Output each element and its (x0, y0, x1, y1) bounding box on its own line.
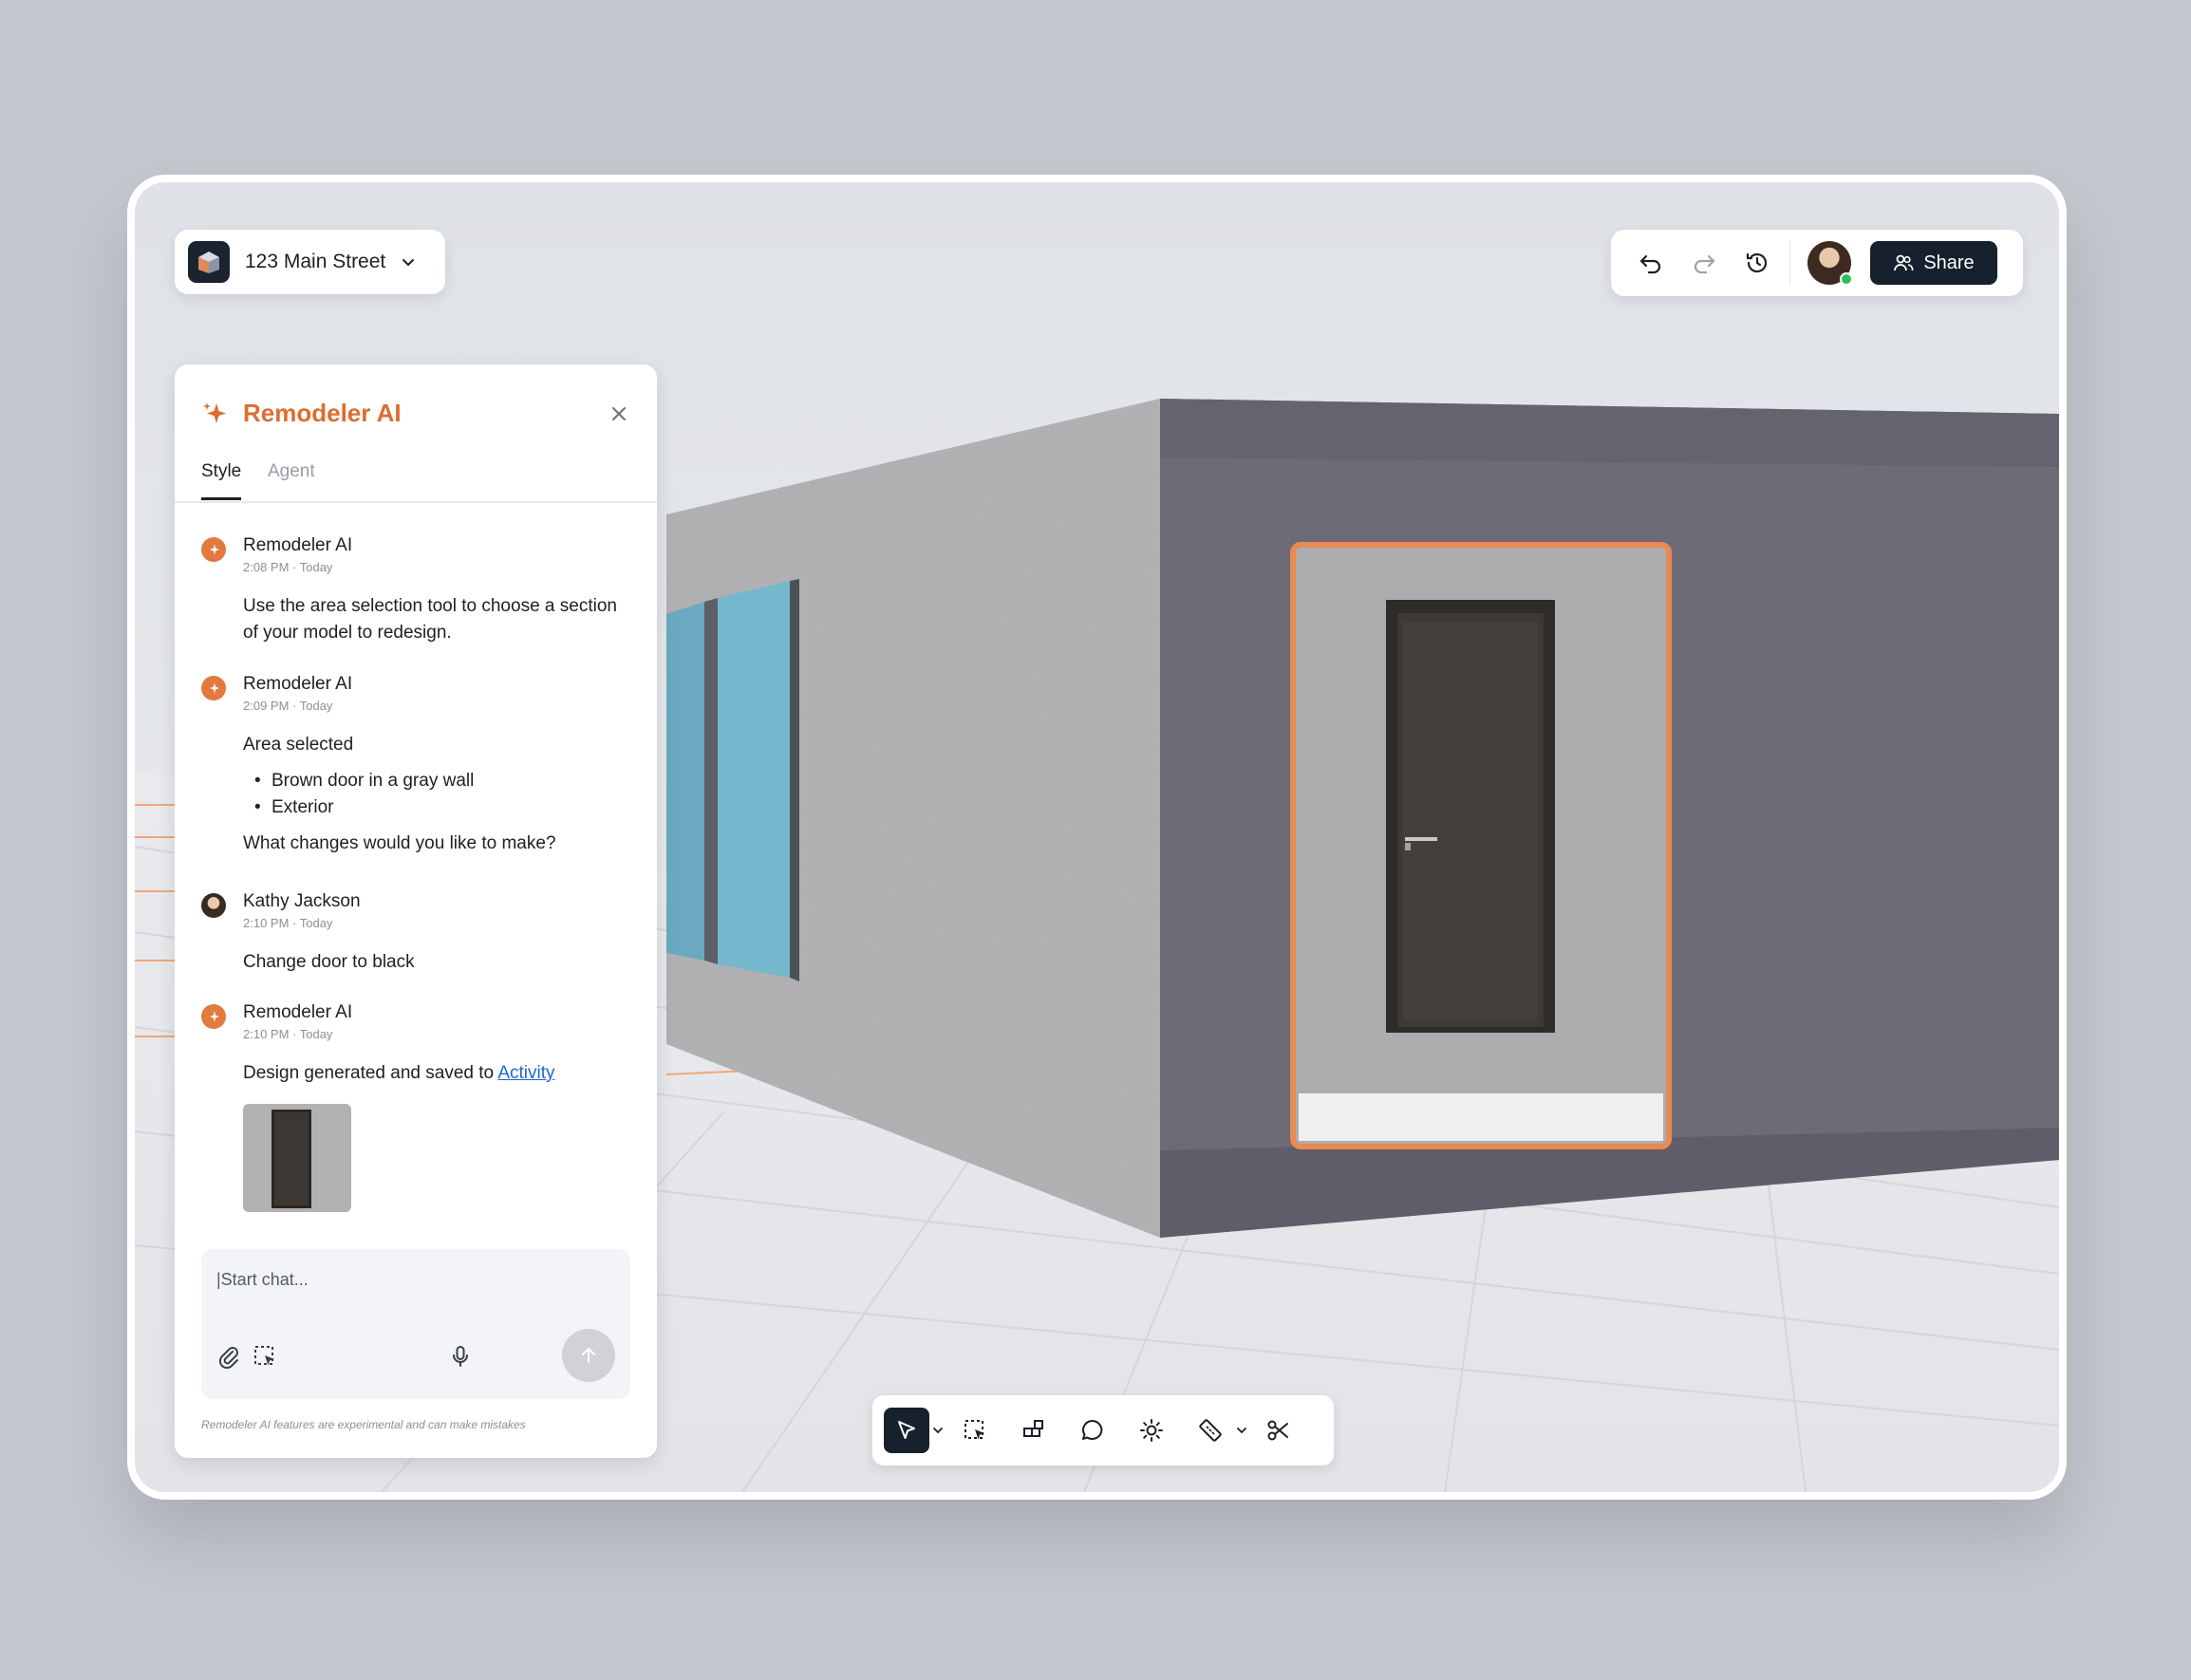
selected-area (1290, 542, 1672, 1149)
redo-icon[interactable] (1685, 244, 1723, 282)
undo-icon[interactable] (1632, 244, 1670, 282)
send-button[interactable] (562, 1329, 615, 1382)
user-avatar[interactable] (1807, 241, 1853, 286)
chat-message: Remodeler AI 2:10 PM · Today Design gene… (201, 1000, 619, 1212)
chat-message: Remodeler AI 2:09 PM · Today Area select… (201, 672, 619, 857)
cut-tool-button[interactable] (1256, 1408, 1301, 1453)
sparkle-icon (203, 401, 226, 423)
message-author: Kathy Jackson (243, 891, 361, 911)
message-time: 2:10 PM · Today (243, 1027, 333, 1041)
microphone-icon[interactable] (444, 1340, 477, 1372)
message-text: Use the area selection tool to choose a … (243, 596, 617, 643)
area-select-icon (964, 1420, 984, 1440)
components-icon (1023, 1420, 1043, 1437)
tab-agent[interactable]: Agent (268, 461, 315, 497)
app-logo-icon (188, 241, 230, 283)
lighting-icon (1140, 1419, 1163, 1442)
area-select-tool-button[interactable] (952, 1408, 998, 1453)
share-label: Share (1923, 252, 1975, 273)
history-icon[interactable] (1738, 244, 1776, 282)
area-select-icon[interactable] (249, 1340, 281, 1372)
message-author: Remodeler AI (243, 674, 353, 694)
chevron-down-icon[interactable] (931, 1424, 945, 1437)
pointer-icon (898, 1421, 915, 1439)
ai-avatar-icon (201, 676, 226, 700)
ai-chat-panel: Remodeler AI Style Agent Remodeler AI 2:… (175, 364, 657, 1458)
message-followup: What changes would you like to make? (243, 833, 556, 853)
ai-avatar-icon (201, 1004, 226, 1029)
components-tool-button[interactable] (1011, 1408, 1057, 1453)
message-content: Area selected Brown door in a gray wall … (243, 732, 619, 857)
toolbar-divider (1789, 241, 1790, 285)
message-time: 2:09 PM · Today (243, 699, 333, 713)
chat-composer (201, 1249, 630, 1399)
ai-avatar-icon (201, 537, 226, 562)
message-author: Remodeler AI (243, 1002, 353, 1022)
message-content: Design generated and saved to Activity (243, 1060, 619, 1087)
message-text: Area selected (243, 735, 354, 755)
list-item: Brown door in a gray wall (254, 768, 619, 794)
chat-message: Kathy Jackson 2:10 PM · Today Change doo… (201, 889, 619, 976)
chat-message: Remodeler AI 2:08 PM · Today Use the are… (201, 533, 619, 646)
panel-header: Remodeler AI (201, 399, 402, 428)
selection-details-list: Brown door in a gray wall Exterior (254, 768, 619, 821)
3d-viewport[interactable]: 123 Main Street Share Remodeler AI Style… (135, 182, 2059, 1492)
arrow-up-icon (582, 1348, 595, 1363)
activity-link[interactable]: Activity (497, 1063, 554, 1083)
measure-icon (1199, 1419, 1222, 1442)
users-icon (1894, 254, 1914, 271)
panel-tabs: Style Agent (175, 456, 657, 503)
user-avatar-icon (201, 893, 226, 918)
disclaimer-text: Remodeler AI features are experimental a… (201, 1418, 526, 1431)
message-time: 2:10 PM · Today (243, 916, 333, 930)
list-item: Exterior (254, 794, 619, 821)
app-window: 123 Main Street Share Remodeler AI Style… (127, 175, 2067, 1500)
project-selector[interactable]: 123 Main Street (175, 230, 445, 294)
chevron-down-icon (403, 259, 415, 267)
project-name: 123 Main Street (245, 251, 386, 272)
message-text: Design generated and saved to (243, 1063, 498, 1083)
close-icon[interactable] (606, 401, 632, 427)
bottom-toolbar (872, 1395, 1334, 1465)
paperclip-icon[interactable] (213, 1340, 245, 1372)
message-text: Change door to black (243, 952, 415, 972)
chevron-down-icon[interactable] (1235, 1424, 1248, 1437)
chat-input[interactable] (216, 1270, 596, 1290)
tab-style[interactable]: Style (201, 461, 242, 500)
generated-design-thumbnail[interactable] (243, 1104, 351, 1212)
top-toolbar: Share (1611, 230, 2023, 296)
share-button[interactable]: Share (1870, 241, 1997, 285)
comment-tool-button[interactable] (1070, 1408, 1115, 1453)
lighting-tool-button[interactable] (1129, 1408, 1174, 1453)
comment-icon (1082, 1420, 1103, 1440)
message-time: 2:08 PM · Today (243, 560, 333, 574)
window (666, 602, 704, 961)
message-author: Remodeler AI (243, 535, 353, 555)
online-status-badge (1840, 272, 1853, 286)
measure-tool-button[interactable] (1188, 1408, 1233, 1453)
pointer-tool-button[interactable] (884, 1408, 929, 1453)
panel-title: Remodeler AI (243, 399, 402, 427)
cut-icon (1267, 1420, 1288, 1441)
